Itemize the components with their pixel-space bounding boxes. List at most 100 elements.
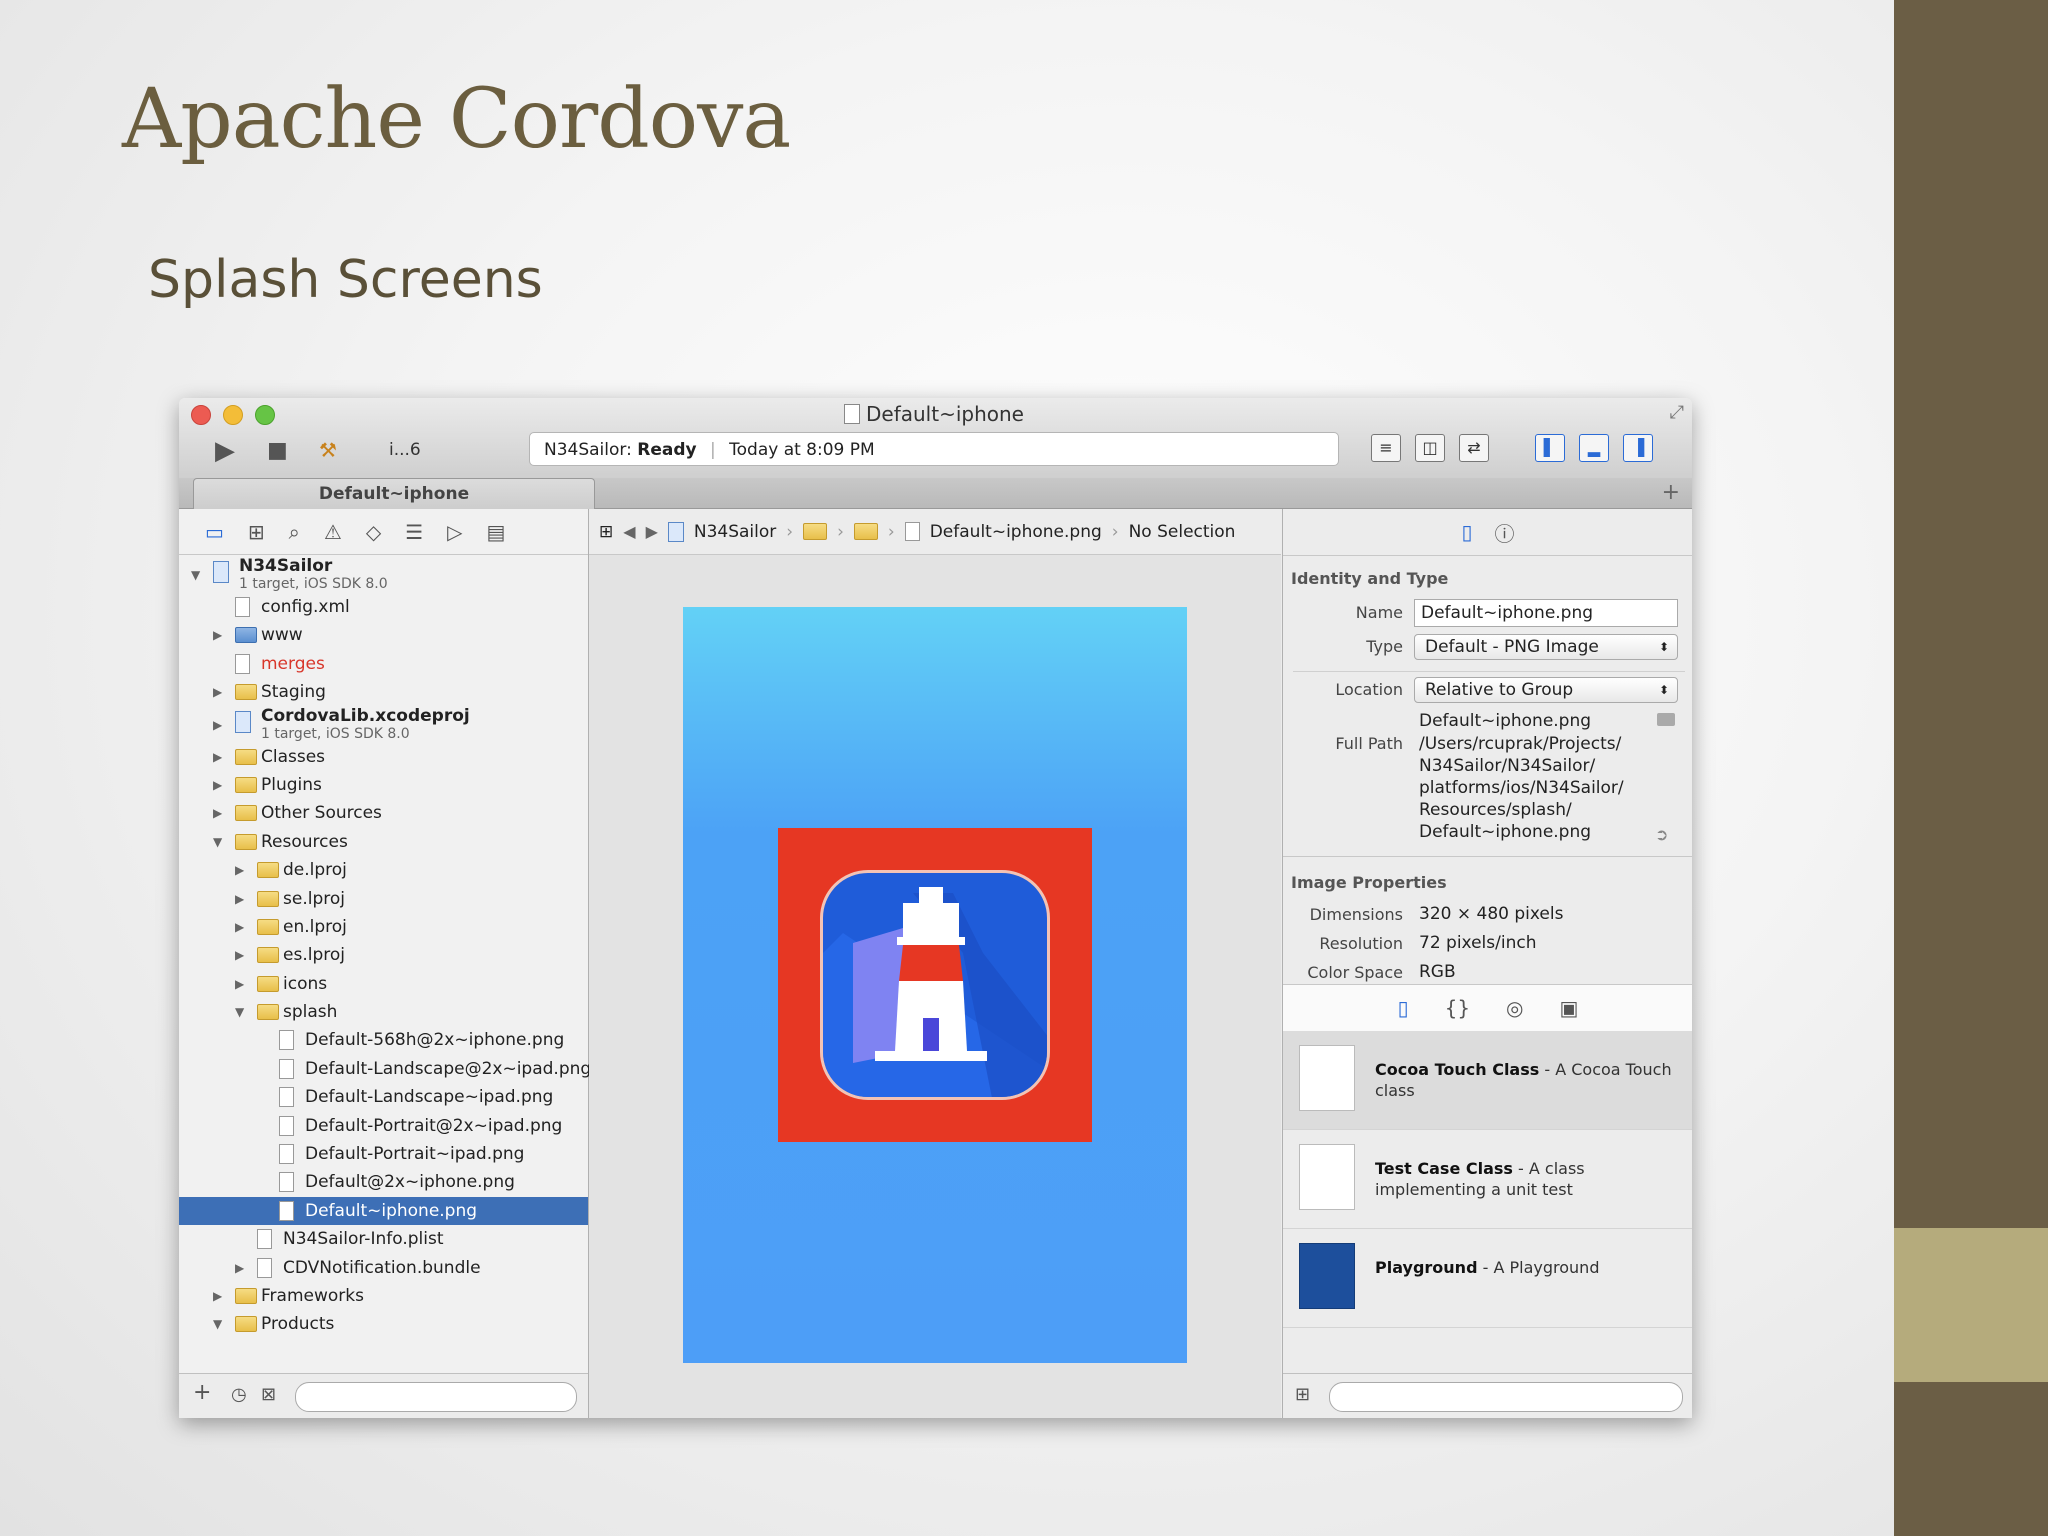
disclosure-closed-icon[interactable]: ▶ [213,678,222,706]
disclosure-closed-icon[interactable]: ▶ [213,799,222,827]
tree-row[interactable]: ▶ Classes [179,743,588,771]
disclosure-closed-icon[interactable]: ▶ [235,913,244,941]
tree-row[interactable]: Default@2x~iphone.png [179,1168,588,1196]
tree-row[interactable]: Default~iphone.png [179,1196,588,1226]
run-button[interactable]: ▶ [215,436,235,466]
stop-button[interactable]: ■ [267,438,288,463]
tree-row[interactable]: ▶ se.lproj [179,885,588,913]
tree-row[interactable]: ▶ CDVNotification.bundle [179,1254,588,1282]
jump-selection[interactable]: No Selection [1129,522,1236,542]
tree-row[interactable]: ▶ www [179,621,588,649]
scm-filter-icon[interactable]: ⊠ [261,1384,276,1405]
tree-row[interactable]: N34Sailor-Info.plist [179,1225,588,1253]
disclosure-closed-icon[interactable]: ▶ [235,1254,244,1282]
disclosure-open-icon[interactable]: ▼ [213,1310,222,1338]
test-diamond-icon[interactable]: ◇ [366,520,381,544]
warning-icon[interactable]: ⚠ [324,520,342,544]
navigator-toggle-icon[interactable]: ▌ [1535,434,1565,462]
tree-row[interactable]: ▼ N34Sailor 1 target, iOS SDK 8.0 [179,557,588,593]
tree-row[interactable]: ▶ Plugins [179,771,588,799]
location-popup[interactable]: Relative to Group ⬍ [1414,677,1678,703]
file-inspector-icon[interactable]: ▯ [1461,520,1472,544]
tree-row[interactable]: ▶ de.lproj [179,856,588,884]
media-library-icon[interactable]: ▣ [1560,996,1579,1020]
utilities-toggle-icon[interactable]: ▐ [1623,434,1653,462]
file-template-icon[interactable]: ▯ [1398,996,1409,1020]
search-icon[interactable]: ⌕ [289,520,300,544]
version-editor-icon[interactable]: ⇄ [1459,434,1489,462]
hierarchy-icon[interactable]: ⊞ [248,520,265,544]
type-popup[interactable]: Default - PNG Image ⬍ [1414,634,1678,660]
tree-row[interactable]: ▶ CordovaLib.xcodeproj 1 target, iOS SDK 8… [179,707,588,743]
tree-row[interactable]: ▶ Staging [179,678,588,706]
name-field[interactable]: Default~iphone.png [1414,599,1678,627]
library-item[interactable]: Playground - A Playground [1283,1229,1692,1328]
disclosure-closed-icon[interactable]: ▶ [213,717,222,734]
disclosure-open-icon[interactable]: ▼ [213,828,222,856]
tree-row[interactable]: Default-568h@2x~iphone.png [179,1026,588,1054]
disclosure-closed-icon[interactable]: ▶ [213,621,222,649]
reveal-in-finder-icon[interactable]: ➲ [1655,825,1668,844]
tree-row[interactable]: ▶ Other Sources [179,799,588,827]
folder-icon[interactable] [803,523,828,540]
recent-files-icon[interactable]: ◷ [231,1384,247,1405]
tree-row[interactable]: Default-Landscape@2x~ipad.png [179,1055,591,1083]
grid-view-icon[interactable]: ⊞ [1295,1384,1310,1405]
folder-icon[interactable] [853,523,878,540]
tree-row[interactable]: ▶ es.lproj [179,941,588,969]
add-tab-button[interactable]: + [1662,480,1680,505]
disclosure-open-icon[interactable]: ▼ [235,998,244,1026]
tree-row[interactable]: Default-Landscape~ipad.png [179,1083,588,1111]
folder-icon [257,890,279,907]
tree-row[interactable]: ▼ Products [179,1310,588,1338]
property-label: Color Space [1307,963,1403,982]
disclosure-closed-icon[interactable]: ▶ [235,856,244,884]
back-arrow-icon[interactable]: ◀ [623,522,635,541]
breakpoint-icon[interactable]: ▷ [447,520,462,544]
disclosure-closed-icon[interactable]: ▶ [213,743,222,771]
forward-arrow-icon[interactable]: ▶ [646,522,658,541]
object-library-icon[interactable]: ◎ [1506,996,1523,1020]
debug-icon[interactable]: ☰ [405,520,423,544]
scheme-selector[interactable]: i...6 [389,440,421,460]
tree-row[interactable]: merges [179,650,588,678]
file-icon [279,1030,294,1051]
disclosure-open-icon[interactable]: ▼ [191,567,200,584]
fullpath-line: platforms/ios/N34Sailor/ [1419,778,1624,798]
report-icon[interactable]: ▤ [487,520,506,544]
disclosure-closed-icon[interactable]: ▶ [235,941,244,969]
debug-area-toggle-icon[interactable]: ▂ [1579,434,1609,462]
navigator-filter-input[interactable] [295,1382,577,1412]
tree-row[interactable]: Default-Portrait~ipad.png [179,1140,588,1168]
tree-row[interactable]: config.xml [179,593,588,621]
tab-default-iphone[interactable]: Default~iphone [193,478,595,509]
fullscreen-icon[interactable]: ⤢ [1670,402,1684,423]
code-snippet-icon[interactable]: {} [1445,996,1470,1020]
toolbar: ▶ ■ ⚒ i...6 N34Sailor: Ready | Today at … [179,430,1692,474]
tree-row[interactable]: ▶ Frameworks [179,1282,588,1310]
add-file-button[interactable]: + [193,1380,211,1405]
zoom-button[interactable] [255,405,275,425]
disclosure-closed-icon[interactable]: ▶ [235,970,244,998]
library-item[interactable]: Cocoa Touch Class - A Cocoa Touch class [1283,1031,1692,1130]
related-items-icon[interactable]: ⊞ [599,522,613,542]
tree-row[interactable]: ▶ en.lproj [179,913,588,941]
disclosure-closed-icon[interactable]: ▶ [213,771,222,799]
assistant-editor-icon[interactable]: ◫ [1415,434,1445,462]
standard-editor-icon[interactable]: ≡ [1371,434,1401,462]
tree-row[interactable]: ▼ Resources [179,828,588,856]
disclosure-closed-icon[interactable]: ▶ [213,1282,222,1310]
jump-project[interactable]: N34Sailor [694,522,776,542]
quick-help-icon[interactable]: ⓘ [1495,518,1515,547]
folder-icon[interactable]: ▭ [205,520,224,544]
minimize-button[interactable] [223,405,243,425]
tree-row[interactable]: ▼ splash [179,998,588,1026]
folder-icon[interactable] [1657,713,1675,726]
library-item[interactable]: Test Case Class - A class implementing a… [1283,1130,1692,1229]
tree-row[interactable]: ▶ icons [179,970,588,998]
close-button[interactable] [191,405,211,425]
disclosure-closed-icon[interactable]: ▶ [235,885,244,913]
library-filter-input[interactable] [1329,1382,1683,1412]
tree-row[interactable]: Default-Portrait@2x~ipad.png [179,1112,588,1140]
jump-file[interactable]: Default~iphone.png [930,522,1102,542]
